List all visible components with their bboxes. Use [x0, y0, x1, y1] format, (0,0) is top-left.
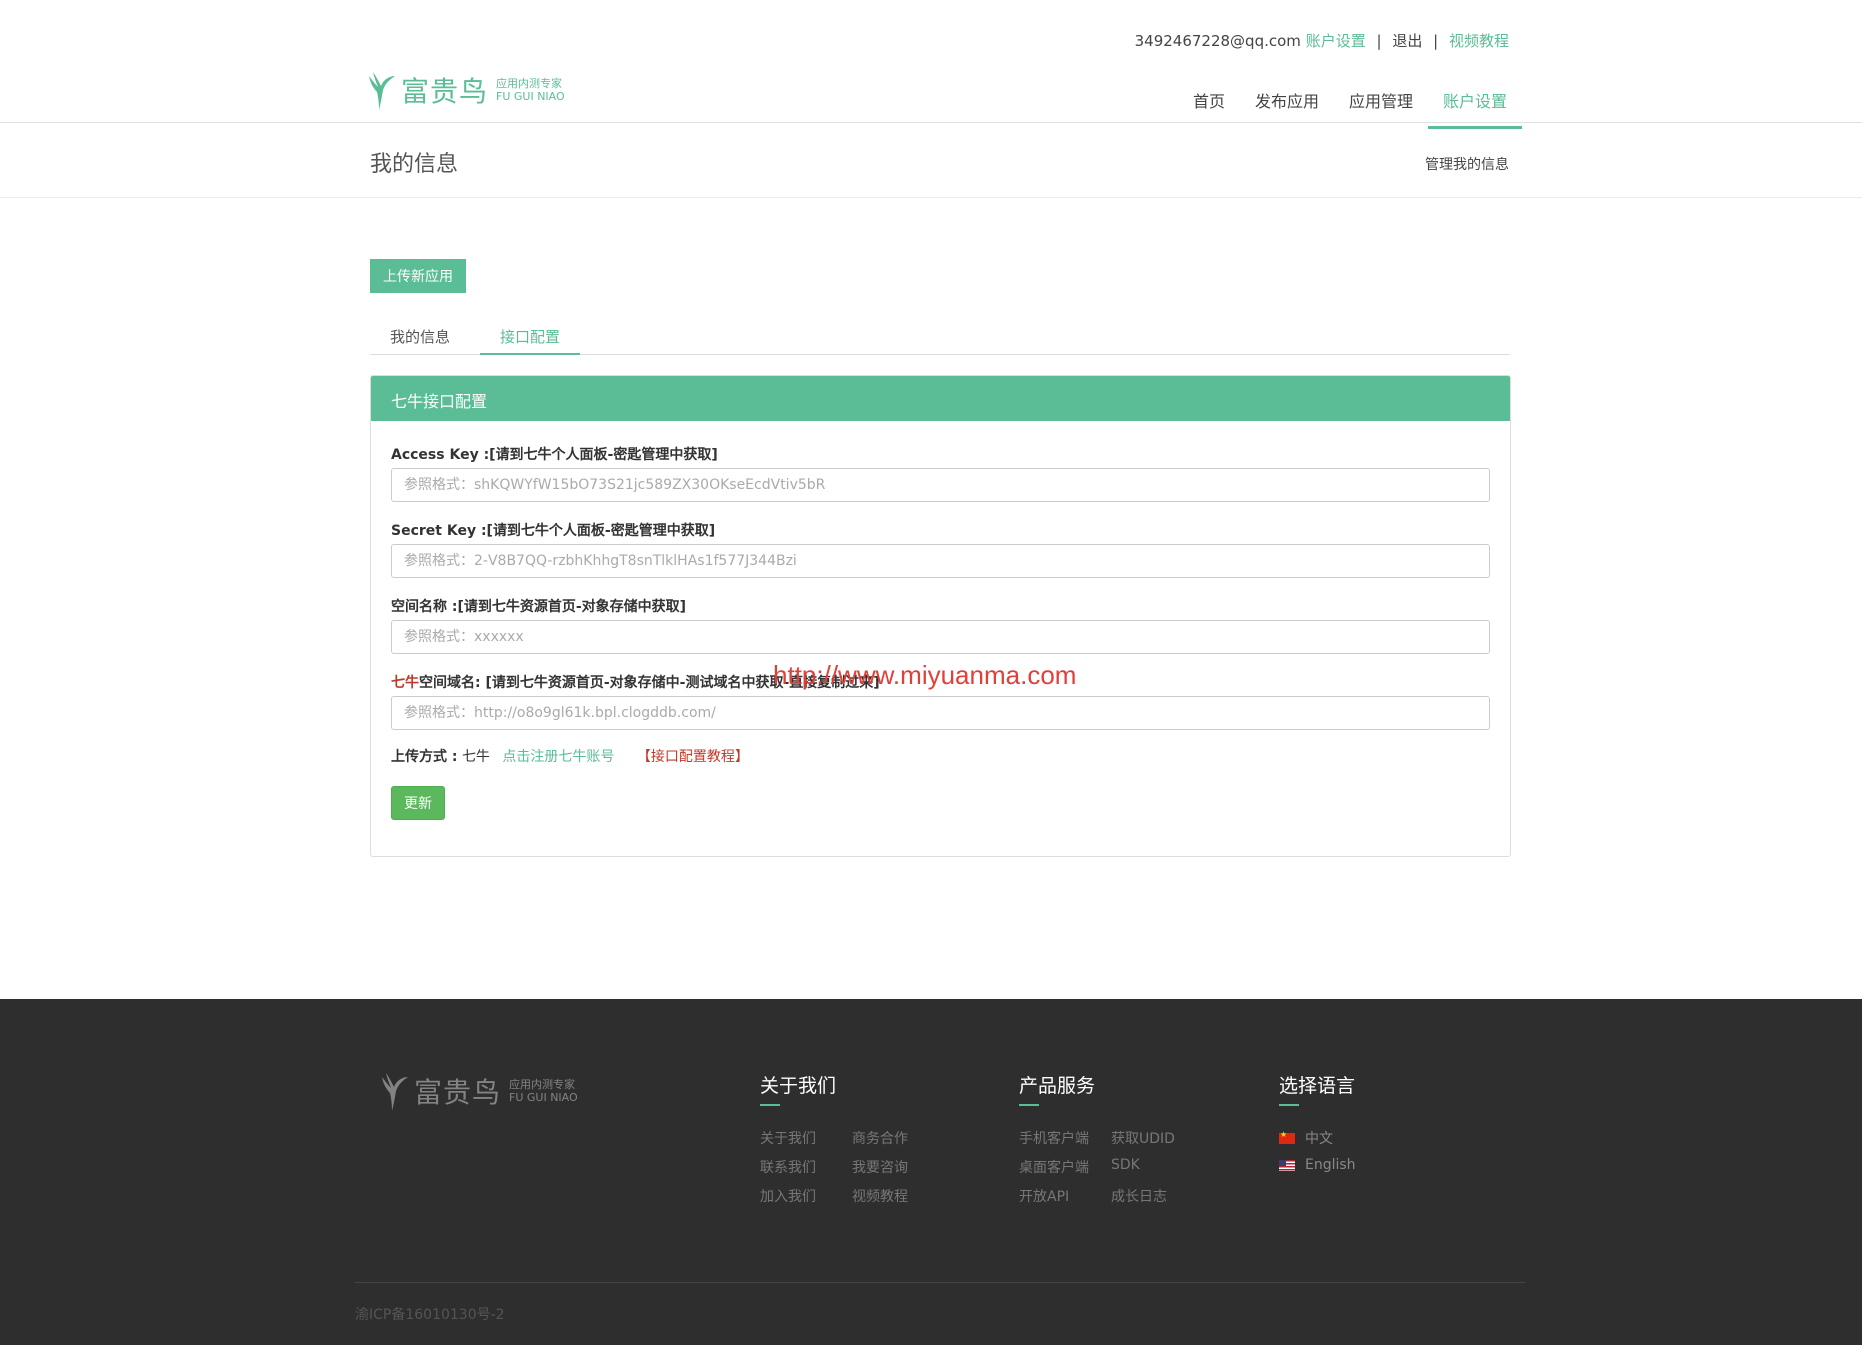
panel-title: 七牛接口配置 — [371, 376, 1510, 421]
tab-api-config[interactable]: 接口配置 — [480, 322, 581, 355]
separator: | — [1433, 32, 1439, 50]
language-label: English — [1305, 1157, 1356, 1173]
bird-logo-icon — [369, 72, 395, 110]
footer-link-business[interactable]: 商务合作 — [852, 1128, 944, 1148]
footer-divider — [355, 1282, 1525, 1283]
page-title: 我的信息 — [370, 152, 459, 177]
qiniu-config-panel: 七牛接口配置 Access Key :[请到七牛个人面板-密匙管理中获取] Se… — [370, 375, 1511, 857]
footer-link-desktop-client[interactable]: 桌面客户端 — [1019, 1157, 1111, 1177]
separator: | — [1376, 32, 1382, 50]
domain-input[interactable] — [391, 696, 1490, 730]
footer-language-title: 选择语言 — [1279, 1075, 1356, 1097]
tab-bar: 我的信息 接口配置 — [370, 322, 1510, 355]
footer-products-column: 产品服务 手机客户端 获取UDID 桌面客户端 SDK 开放API 成长日志 — [1019, 1071, 1203, 1206]
footer-brand-tagline-en: FU GUI NIAO — [509, 1091, 578, 1104]
footer-link-mobile-client[interactable]: 手机客户端 — [1019, 1128, 1111, 1148]
secret-key-input[interactable] — [391, 544, 1490, 578]
china-flag-icon — [1279, 1130, 1295, 1144]
upload-method-row: 上传方式 : 七牛 点击注册七牛账号 【接口配置教程】 — [391, 746, 749, 766]
top-links: 3492467228@qq.com 账户设置 | 退出 | 视频教程 — [1135, 30, 1509, 51]
footer: 富贵鸟 应用内测专家 FU GUI NIAO 关于我们 关于我们 商务合作 联系… — [0, 999, 1862, 1345]
footer-link-contact[interactable]: 联系我们 — [760, 1157, 852, 1177]
bird-logo-icon — [382, 1073, 408, 1111]
footer-link-get-udid[interactable]: 获取UDID — [1111, 1128, 1203, 1148]
update-button[interactable]: 更新 — [391, 786, 445, 820]
footer-brand-tagline: 应用内测专家 FU GUI NIAO — [509, 1078, 578, 1104]
language-option-english[interactable]: English — [1279, 1157, 1356, 1173]
access-key-label: Access Key :[请到七牛个人面板-密匙管理中获取] — [391, 447, 718, 463]
bucket-name-label: 空间名称 :[请到七牛资源首页-对象存储中获取] — [391, 599, 687, 615]
brand-name: 富贵鸟 — [401, 75, 489, 108]
footer-brand-tagline-cn: 应用内测专家 — [509, 1078, 576, 1091]
brand-tagline-en: FU GUI NIAO — [496, 90, 565, 103]
page-subtitle: 管理我的信息 — [1425, 157, 1509, 173]
footer-link-changelog[interactable]: 成长日志 — [1111, 1186, 1203, 1206]
site-logo[interactable]: 富贵鸟 应用内测专家 FU GUI NIAO — [367, 68, 565, 112]
video-tutorial-link[interactable]: 视频教程 — [1449, 32, 1509, 50]
upload-method-value: 七牛 — [461, 749, 490, 765]
language-option-chinese[interactable]: 中文 — [1279, 1128, 1356, 1148]
footer-link-sdk[interactable]: SDK — [1111, 1157, 1203, 1177]
header-divider — [0, 122, 1862, 123]
watermark-text: http://www.miyuanma.com — [773, 660, 1077, 690]
footer-heading-underline — [1019, 1104, 1039, 1106]
brand-tagline-cn: 应用内测专家 — [496, 77, 563, 90]
bucket-name-input[interactable] — [391, 620, 1490, 654]
footer-link-consult[interactable]: 我要咨询 — [852, 1157, 944, 1177]
domain-label-prefix: 七牛 — [391, 675, 419, 691]
footer-products-title: 产品服务 — [1019, 1075, 1096, 1097]
icp-license: 渝ICP备16010130号-2 — [355, 1307, 505, 1323]
footer-about-column: 关于我们 关于我们 商务合作 联系我们 我要咨询 加入我们 视频教程 — [760, 1071, 944, 1206]
footer-heading-underline — [760, 1104, 780, 1106]
upload-new-app-button[interactable]: 上传新应用 — [370, 259, 466, 293]
footer-link-about-us[interactable]: 关于我们 — [760, 1128, 852, 1148]
tab-my-info[interactable]: 我的信息 — [370, 322, 470, 355]
footer-link-open-api[interactable]: 开放API — [1019, 1186, 1111, 1206]
secret-key-label: Secret Key :[请到七牛个人面板-密匙管理中获取] — [391, 523, 716, 539]
config-tutorial-link[interactable]: 【接口配置教程】 — [637, 749, 749, 765]
footer-link-join[interactable]: 加入我们 — [760, 1186, 852, 1206]
access-key-input[interactable] — [391, 468, 1490, 502]
account-settings-link[interactable]: 账户设置 — [1306, 32, 1366, 50]
brand-tagline: 应用内测专家 FU GUI NIAO — [496, 77, 565, 103]
upload-method-label: 上传方式 : — [391, 749, 458, 765]
footer-logo: 富贵鸟 应用内测专家 FU GUI NIAO — [380, 1069, 578, 1113]
title-divider — [0, 197, 1862, 198]
footer-about-title: 关于我们 — [760, 1075, 837, 1097]
us-flag-icon — [1279, 1159, 1295, 1171]
footer-heading-underline — [1279, 1104, 1299, 1106]
user-email: 3492467228@qq.com — [1134, 32, 1301, 50]
footer-link-video-tutorial[interactable]: 视频教程 — [852, 1186, 944, 1206]
logout-link[interactable]: 退出 — [1392, 32, 1422, 50]
footer-brand-name: 富贵鸟 — [414, 1076, 502, 1109]
footer-language-column: 选择语言 中文 English — [1279, 1071, 1356, 1173]
language-label: 中文 — [1305, 1131, 1333, 1147]
register-qiniu-link[interactable]: 点击注册七牛账号 — [502, 749, 614, 765]
